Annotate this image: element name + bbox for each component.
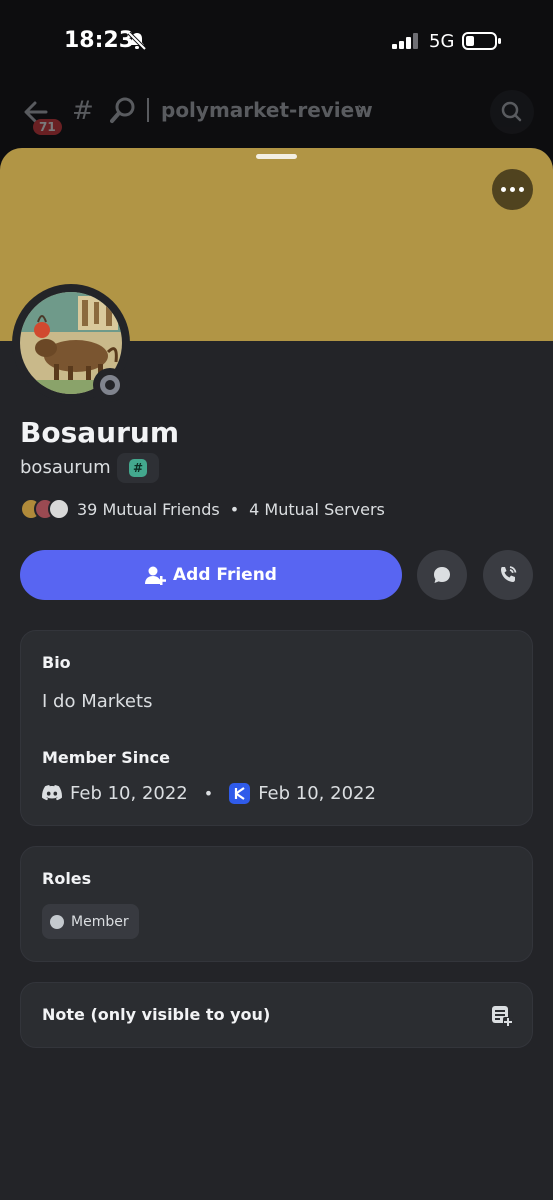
more-options-button[interactable] xyxy=(492,169,533,210)
member-since-row: Feb 10, 2022 • Feb 10, 2022 xyxy=(42,779,376,807)
role-label: Member xyxy=(71,913,129,930)
signal-icon xyxy=(392,33,418,49)
dot xyxy=(501,187,506,192)
mutual-avatars xyxy=(20,498,72,520)
add-friend-label: Add Friend xyxy=(173,565,277,585)
dot xyxy=(519,187,524,192)
display-name: Bosaurum xyxy=(20,416,179,449)
mutuals-row[interactable]: 39 Mutual Friends • 4 Mutual Servers xyxy=(20,497,385,521)
username[interactable]: bosaurum xyxy=(20,457,111,478)
clock: 18:23 xyxy=(64,28,135,53)
magnifier-emoji-icon xyxy=(110,97,135,123)
channel-hash-icon: # xyxy=(72,96,94,126)
header-divider xyxy=(147,98,149,122)
server-member-since: Feb 10, 2022 xyxy=(258,782,376,804)
sheet-grabber[interactable] xyxy=(256,154,297,159)
profile-sheet: Bosaurum bosaurum # 39 Mutual Friends • … xyxy=(0,148,553,1200)
separator-dot: • xyxy=(229,499,240,519)
server-icon xyxy=(229,782,251,804)
mutual-avatar xyxy=(48,498,70,520)
discord-member-since: Feb 10, 2022 xyxy=(70,782,188,804)
phone-call-icon xyxy=(501,566,517,582)
mutual-servers-link[interactable]: 4 Mutual Servers xyxy=(249,500,385,519)
bio-heading: Bio xyxy=(42,653,71,672)
mutual-friends-link[interactable]: 39 Mutual Friends xyxy=(77,500,220,519)
member-since-heading: Member Since xyxy=(42,748,170,767)
search-button[interactable] xyxy=(490,90,534,134)
about-card: Bio I do Markets Member Since Feb 10, 20… xyxy=(20,630,533,826)
add-note-icon[interactable] xyxy=(491,1005,513,1027)
channel-header: 71 # polymarket-review › xyxy=(0,86,553,148)
chat-bubble-icon xyxy=(434,567,450,583)
dot xyxy=(510,187,515,192)
roles-heading: Roles xyxy=(42,869,92,888)
battery-icon xyxy=(462,32,501,50)
hashtag-badge[interactable]: # xyxy=(117,453,159,483)
status-offline-indicator xyxy=(93,368,127,402)
discord-logo-icon xyxy=(42,785,62,801)
role-chip-member[interactable]: Member xyxy=(42,904,139,939)
status-bar: 18:23 5G xyxy=(0,0,553,86)
call-button[interactable] xyxy=(483,550,533,600)
unread-badge: 71 xyxy=(33,119,62,135)
message-button[interactable] xyxy=(417,550,467,600)
bio-text: I do Markets xyxy=(42,691,153,712)
hashtag-badge-icon: # xyxy=(129,459,147,477)
bell-muted-icon xyxy=(127,31,147,51)
search-icon xyxy=(501,101,522,122)
add-person-icon xyxy=(145,566,167,585)
chevron-right-icon: › xyxy=(357,98,365,119)
note-label: Note (only visible to you) xyxy=(42,1005,271,1024)
note-card[interactable]: Note (only visible to you) xyxy=(20,982,533,1048)
separator-dot: • xyxy=(203,783,214,803)
add-friend-button[interactable]: Add Friend xyxy=(20,550,402,600)
network-type: 5G xyxy=(429,31,455,52)
channel-name[interactable]: polymarket-review xyxy=(161,98,373,122)
roles-card: Roles Member xyxy=(20,846,533,962)
role-color-dot xyxy=(50,914,64,929)
